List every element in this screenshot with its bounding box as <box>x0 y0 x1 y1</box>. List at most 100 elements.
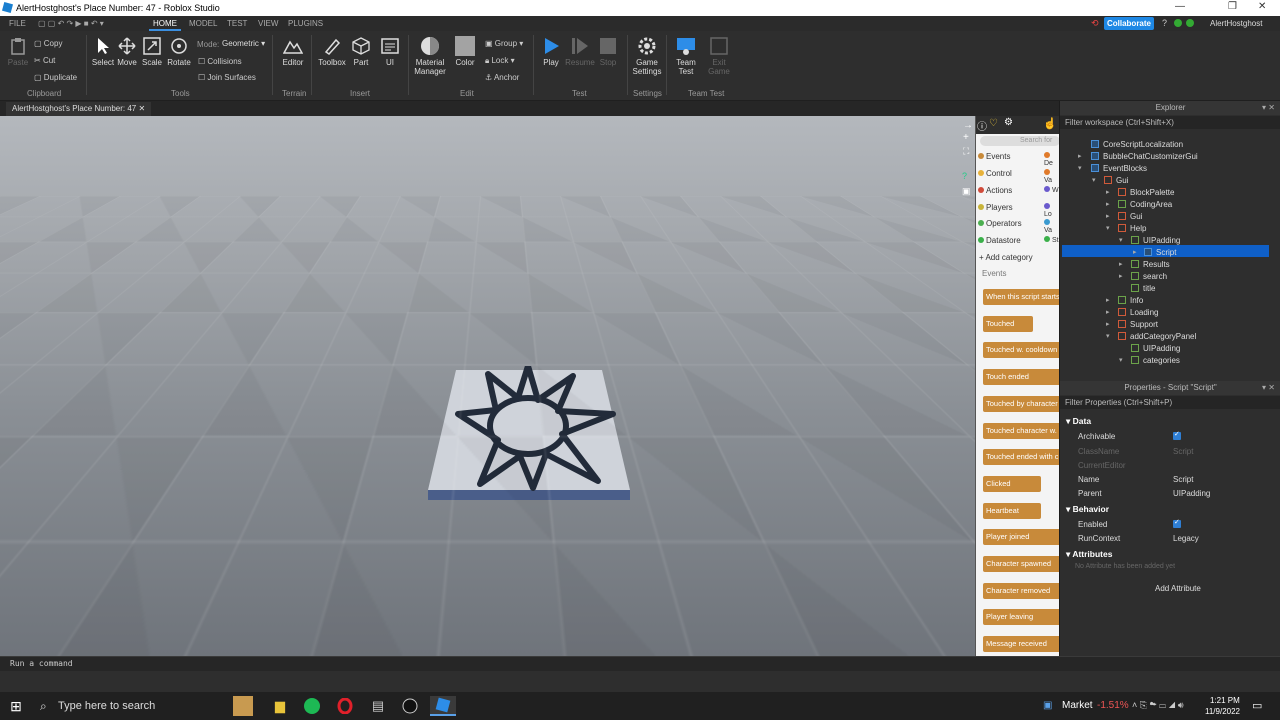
explorer-item[interactable]: Info <box>1118 295 1143 307</box>
event-block[interactable]: Touch ended <box>983 369 1059 385</box>
explorer-item[interactable]: categories <box>1131 355 1180 367</box>
category-events[interactable]: Events <box>978 152 1010 161</box>
category-right-item[interactable]: Va <box>1044 219 1059 234</box>
material-manager-button[interactable]: Material Manager <box>414 31 446 76</box>
add-category-button[interactable]: + Add category <box>979 253 1033 262</box>
file-explorer-icon[interactable]: ▆ <box>270 696 290 716</box>
event-block[interactable]: When this script starts <box>983 289 1059 305</box>
tree-expand-arrow-icon[interactable]: ▾ <box>1119 236 1123 244</box>
explorer-item[interactable]: Results <box>1131 259 1170 271</box>
parent-value[interactable]: UIPadding <box>1173 489 1210 498</box>
tree-expand-arrow-icon[interactable]: ▸ <box>1133 248 1137 256</box>
market-label[interactable]: Market <box>1062 700 1093 711</box>
anchor-button[interactable]: ⚓︎ Anchor <box>485 73 519 82</box>
event-block[interactable]: Player joined <box>983 529 1059 545</box>
category-right-item[interactable]: W <box>1044 186 1059 194</box>
terrain-editor-button[interactable]: Editor <box>277 31 309 67</box>
settings-icon[interactable]: ⚙ <box>1004 117 1013 128</box>
category-right-item[interactable]: St <box>1044 236 1059 244</box>
share-icon[interactable]: ⟲ <box>1091 18 1099 29</box>
explorer-item[interactable]: search <box>1131 271 1167 283</box>
spotify-icon[interactable] <box>302 696 322 716</box>
explorer-item[interactable]: BubbleChatCustomizerGui <box>1091 151 1198 163</box>
archivable-checkbox[interactable] <box>1173 432 1181 440</box>
game-settings-button[interactable]: Game Settings <box>631 31 663 76</box>
event-block[interactable]: Character spawned <box>983 556 1059 572</box>
notification-icon[interactable]: ▭ <box>1252 699 1262 712</box>
windows-start-icon[interactable]: ⊞ <box>6 696 26 716</box>
lock-button[interactable]: 🔒︎ Lock ▾ <box>485 56 515 66</box>
ui-button[interactable]: UI <box>374 31 406 67</box>
quick-access-icons[interactable]: ▢ ▢ ↶ ↷ ▶ ■ ↶ ▾ <box>38 19 104 28</box>
opera-icon[interactable] <box>335 696 355 716</box>
event-block[interactable]: Character removed <box>983 583 1059 599</box>
app-icon[interactable]: ▤ <box>368 696 388 716</box>
properties-filter-input[interactable]: Filter Properties (Ctrl+Shift+P) <box>1060 396 1280 409</box>
explorer-item[interactable]: UIPadding <box>1131 235 1180 247</box>
tree-expand-arrow-icon[interactable]: ▸ <box>1106 296 1110 304</box>
roblox-game-thumbnail-icon[interactable] <box>233 696 253 716</box>
user-name[interactable]: AlertHostghost <box>1210 19 1262 28</box>
explorer-item[interactable]: CodingArea <box>1118 199 1172 211</box>
color-button[interactable]: Color <box>449 31 481 67</box>
category-control[interactable]: Control <box>978 169 1012 178</box>
explorer-item[interactable]: Support <box>1118 319 1158 331</box>
name-value[interactable]: Script <box>1173 475 1193 484</box>
collaborate-button[interactable]: Collaborate <box>1104 17 1154 30</box>
tab-plugins[interactable]: PLUGINS <box>288 19 323 28</box>
info-icon[interactable]: ⓘ <box>977 118 987 133</box>
event-block[interactable]: Touched <box>983 316 1033 332</box>
tree-expand-arrow-icon[interactable]: ▸ <box>1106 308 1110 316</box>
rotate-button[interactable]: Rotate <box>163 31 195 67</box>
explorer-item[interactable]: Loading <box>1118 307 1158 319</box>
tree-expand-arrow-icon[interactable]: ▾ <box>1092 176 1096 184</box>
heart-icon[interactable]: ♡ <box>989 118 998 129</box>
explorer-item[interactable]: title <box>1131 283 1155 295</box>
run-context-value[interactable]: Legacy <box>1173 534 1199 543</box>
toolbox-button[interactable]: Toolbox <box>316 31 348 67</box>
3d-viewport[interactable]: → + ⛶ ? ▣ <box>0 116 975 656</box>
mode-dropdown[interactable]: Geometric ▾ <box>222 39 265 48</box>
part-button[interactable]: Part <box>345 31 377 67</box>
clock-date[interactable]: 11/9/2022 <box>1205 707 1240 716</box>
stop-button[interactable]: Stop <box>592 31 624 67</box>
window-icon[interactable]: ▣ <box>962 186 971 197</box>
exit-game-button[interactable]: Exit Game <box>703 31 735 76</box>
enabled-checkbox[interactable] <box>1173 520 1181 528</box>
tree-expand-arrow-icon[interactable]: ▾ <box>1078 164 1082 172</box>
roblox-studio-taskbar-icon[interactable] <box>430 696 456 716</box>
add-attribute-button[interactable]: Add Attribute <box>1155 584 1201 593</box>
event-block[interactable]: Touched w. cooldown <box>983 342 1059 358</box>
file-menu[interactable]: FILE <box>9 19 26 28</box>
command-bar[interactable]: Run a command <box>0 656 1280 671</box>
category-right-item[interactable]: De <box>1044 152 1059 167</box>
explorer-filter-input[interactable]: Filter workspace (Ctrl+Shift+X) <box>1060 116 1280 129</box>
tab-view[interactable]: VIEW <box>258 19 278 28</box>
help-icon[interactable]: ? <box>1162 18 1167 28</box>
tree-expand-arrow-icon[interactable]: ▸ <box>1106 212 1110 220</box>
event-block[interactable]: Touched by character <box>983 396 1059 412</box>
copy-button[interactable]: ▢ Copy <box>34 39 62 48</box>
category-right-item[interactable]: Lo <box>1044 203 1059 218</box>
tree-expand-arrow-icon[interactable]: ▸ <box>1106 320 1110 328</box>
explorer-item[interactable]: UIPadding <box>1131 343 1180 355</box>
help-circle-icon[interactable]: ? <box>962 171 967 181</box>
explorer-item[interactable]: Gui <box>1118 211 1142 223</box>
event-block[interactable]: Clicked <box>983 476 1041 492</box>
spawn-location-part[interactable] <box>420 366 640 506</box>
tree-expand-arrow-icon[interactable]: ▸ <box>1106 200 1110 208</box>
minimize-icon[interactable]: — <box>1175 1 1185 12</box>
plus-icon[interactable]: + <box>963 132 969 143</box>
tab-test[interactable]: TEST <box>227 19 247 28</box>
cut-button[interactable]: ✂ Cut <box>34 56 55 65</box>
explorer-item[interactable]: Gui <box>1104 175 1128 187</box>
category-players[interactable]: Players <box>978 203 1013 212</box>
paste-button[interactable]: Paste <box>2 31 34 67</box>
category-operators[interactable]: Operators <box>978 219 1022 228</box>
behavior-section[interactable]: ▾ Behavior <box>1066 504 1109 515</box>
close-panel-icon[interactable]: ▾ ✕ <box>1262 101 1275 115</box>
collisions-toggle[interactable]: ☐ Collisions <box>198 57 242 66</box>
tree-expand-arrow-icon[interactable]: ▸ <box>1106 188 1110 196</box>
explorer-item[interactable]: Script <box>1144 247 1176 259</box>
explorer-item[interactable]: BlockPalette <box>1118 187 1174 199</box>
